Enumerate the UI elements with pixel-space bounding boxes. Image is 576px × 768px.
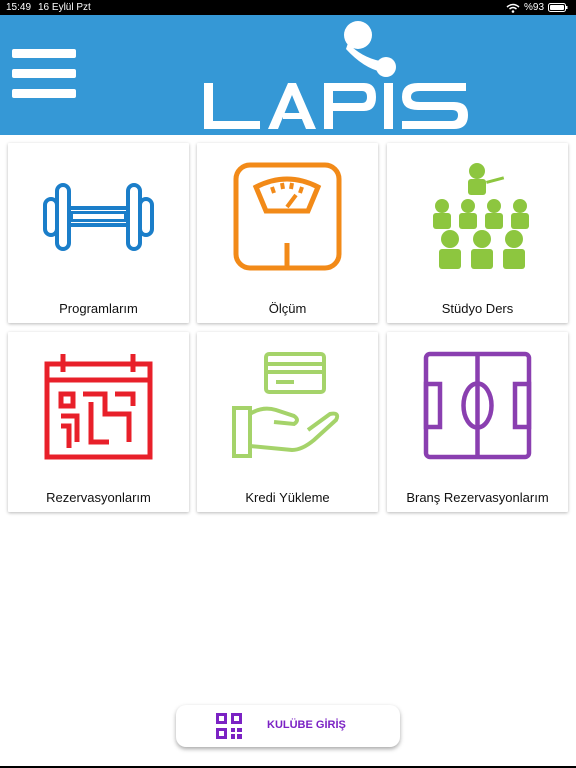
tile-programlarim[interactable]: Programlarım bbox=[8, 143, 189, 323]
tile-label: Ölçüm bbox=[268, 301, 307, 316]
tile-label: Branş Rezervasyonlarım bbox=[406, 490, 549, 505]
qr-code-icon bbox=[216, 713, 242, 739]
tile-rezervasyonlarim[interactable]: Rezervasyonlarım bbox=[8, 332, 189, 512]
status-bar: 15:49 16 Eylül Pzt %93 bbox=[0, 0, 576, 15]
status-indicators: %93 bbox=[506, 0, 568, 15]
kulube-giris-label: KULÜBE GİRİŞ bbox=[267, 719, 346, 731]
credit-card-hand-icon bbox=[232, 352, 340, 458]
football-pitch-icon bbox=[423, 351, 532, 460]
status-time: 15:49 bbox=[6, 2, 32, 13]
status-date: 16 Eylül Pzt bbox=[38, 2, 91, 13]
lapis-logo bbox=[204, 21, 468, 129]
tile-label: Stüdyo Ders bbox=[441, 301, 514, 316]
scale-icon bbox=[233, 162, 342, 271]
tile-label: Rezervasyonlarım bbox=[46, 490, 151, 505]
kulube-giris-button[interactable]: KULÜBE GİRİŞ bbox=[176, 705, 400, 747]
tile-brans-rezervasyonlarim[interactable]: Branş Rezervasyonlarım bbox=[387, 332, 568, 512]
tile-label: Kredi Yükleme bbox=[245, 490, 330, 505]
dumbbell-icon bbox=[43, 183, 154, 251]
calendar-reservation-icon bbox=[44, 354, 153, 460]
battery-icon bbox=[548, 3, 568, 12]
tile-label: Programlarım bbox=[59, 301, 138, 316]
app-header bbox=[0, 15, 576, 135]
tile-olcum[interactable]: Ölçüm bbox=[197, 143, 378, 323]
tile-studyo-ders[interactable]: Stüdyo Ders bbox=[387, 143, 568, 323]
battery-percent: %93 bbox=[523, 2, 544, 13]
classroom-icon bbox=[433, 163, 529, 269]
tile-kredi-yukleme[interactable]: Kredi Yükleme bbox=[197, 332, 378, 512]
wifi-icon bbox=[506, 3, 520, 13]
hamburger-menu-button[interactable] bbox=[12, 47, 78, 103]
